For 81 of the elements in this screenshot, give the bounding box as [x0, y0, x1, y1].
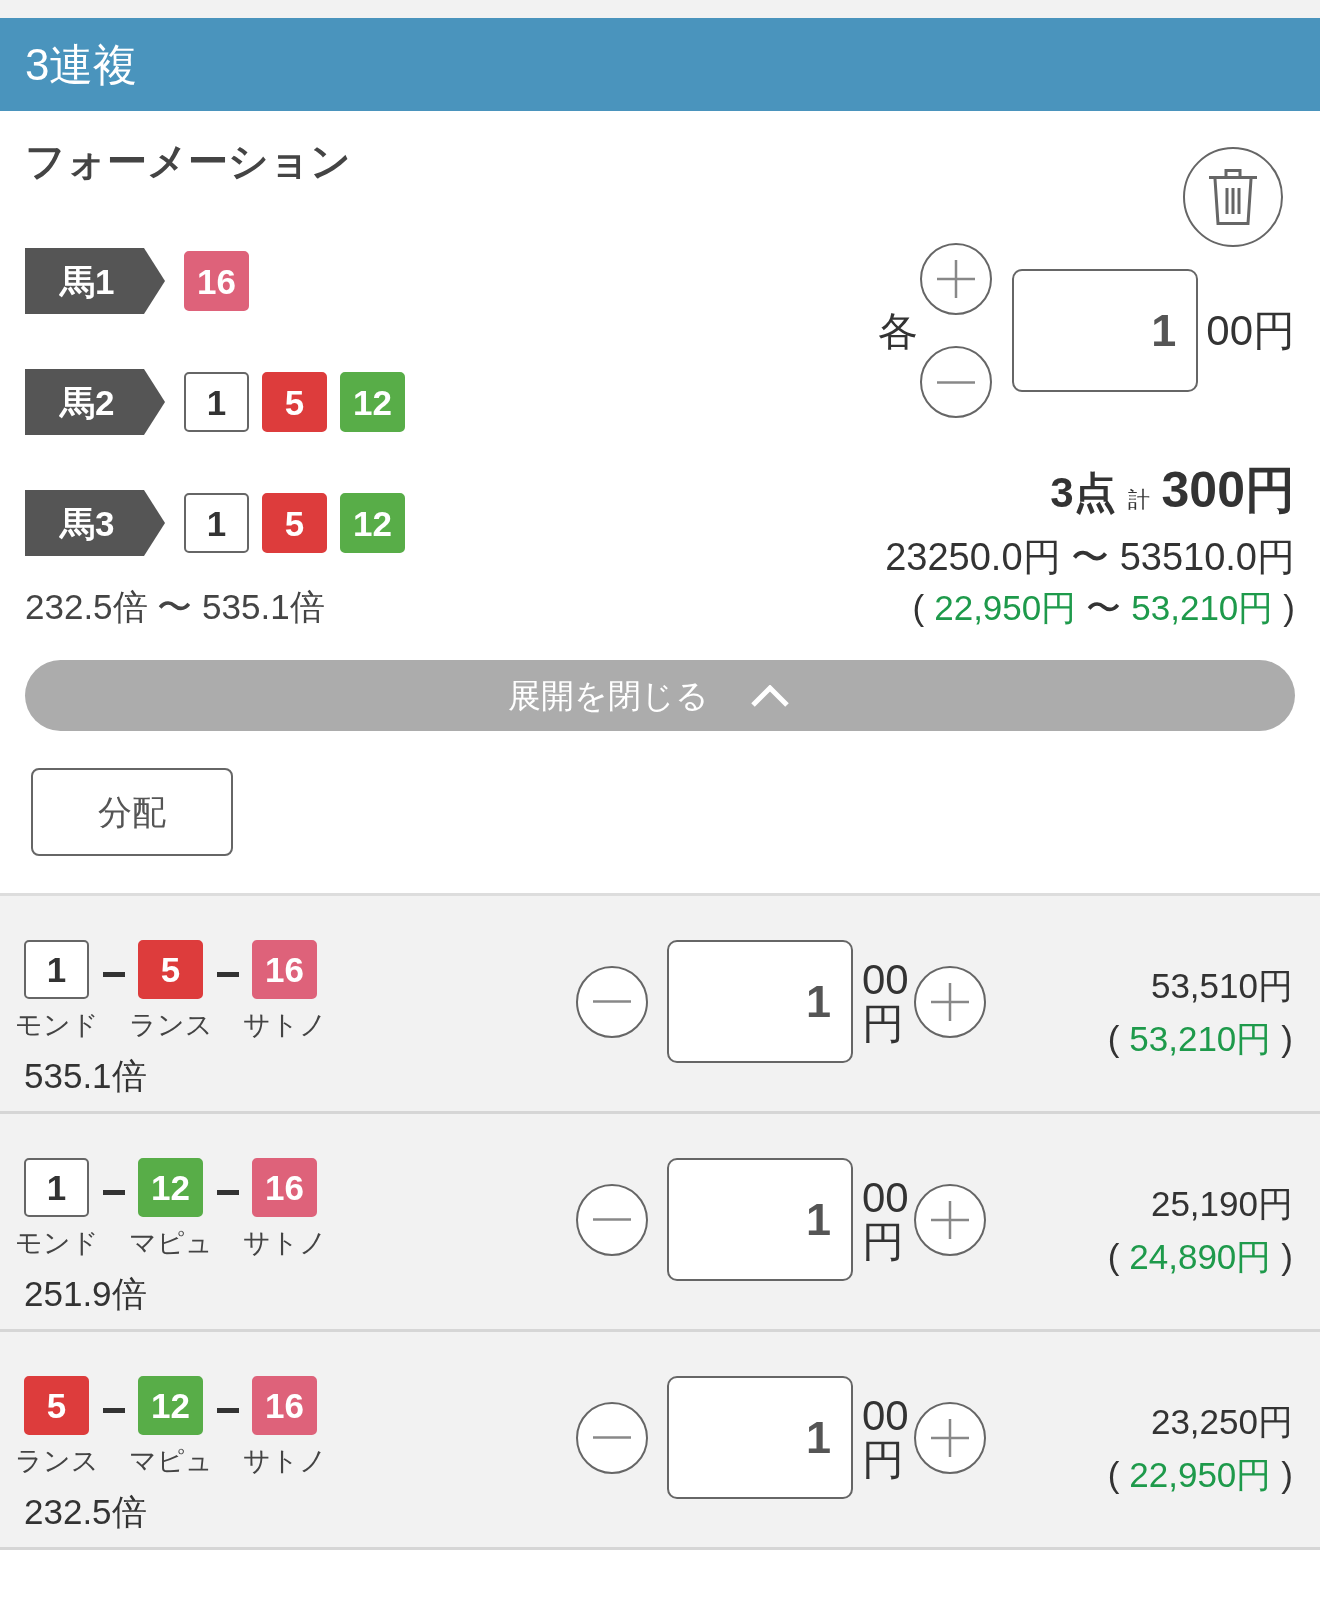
horse-number-chip: 12	[340, 493, 405, 553]
chevron-up-icon	[750, 684, 789, 707]
bet-amount-field[interactable]: 1	[667, 940, 853, 1063]
horse-number-chip: 16	[252, 940, 317, 999]
horse-name: モンド	[14, 1009, 99, 1041]
horse-number-chip: 12	[340, 372, 405, 432]
dash-icon	[217, 1408, 239, 1413]
parenthesis: (	[1107, 1236, 1120, 1278]
total-amount: 300円	[1161, 461, 1295, 520]
horse-number-chip: 16	[252, 1158, 317, 1217]
bet-amount-field[interactable]: 1	[1012, 269, 1199, 392]
horse-number-chip: 1	[184, 372, 249, 432]
profit-low: 22,950円	[934, 587, 1077, 629]
parenthesis: )	[1281, 1018, 1293, 1060]
position-tag: 馬3	[25, 490, 165, 556]
total-label: 計	[1127, 486, 1150, 514]
profit-amount: 53,210円	[1129, 1018, 1272, 1060]
minus-icon	[593, 1000, 631, 1003]
plus-icon	[931, 1200, 969, 1239]
bet-amount-field[interactable]: 1	[667, 1158, 853, 1281]
payout-amount: 53,510円	[1150, 965, 1293, 1007]
horse-number-chip: 1	[24, 940, 89, 999]
bet-amount-field[interactable]: 1	[667, 1376, 853, 1499]
payout-range: 23250.0円 〜 53510.0円	[885, 535, 1295, 579]
horse-name: ランス	[128, 1009, 213, 1041]
horse-number-chip: 16	[252, 1376, 317, 1435]
odds-text: 251.9倍	[24, 1273, 147, 1315]
unit-label: 00円	[1206, 309, 1295, 352]
parenthesis: (	[1107, 1018, 1120, 1060]
profit-amount: 24,890円	[1129, 1236, 1272, 1278]
parenthesis: (	[912, 587, 925, 629]
odds-text: 535.1倍	[24, 1055, 147, 1097]
horse-number-chip: 5	[138, 940, 203, 999]
section-title: 3連複	[25, 42, 138, 87]
minus-icon	[937, 380, 976, 384]
each-label: 各	[878, 310, 919, 351]
plus-icon	[937, 260, 976, 298]
horse-name: サトノ	[242, 1445, 327, 1477]
trash-icon	[1209, 169, 1257, 225]
dash-icon	[217, 1190, 239, 1195]
odds-text: 232.5倍	[24, 1491, 147, 1533]
dash-icon	[103, 972, 125, 977]
parenthesis: )	[1281, 1236, 1293, 1278]
position-tag: 馬2	[25, 369, 165, 435]
plus-icon	[931, 982, 969, 1021]
horse-name: マピュ	[128, 1227, 213, 1259]
horse-name: サトノ	[242, 1009, 327, 1041]
parenthesis: (	[1107, 1454, 1120, 1496]
payout-amount: 23,250円	[1150, 1401, 1293, 1443]
points-count: 3点	[1050, 468, 1116, 518]
dash-icon	[103, 1408, 125, 1413]
formation-title: フォーメーション	[25, 139, 351, 183]
horse-number-chip: 12	[138, 1376, 203, 1435]
minus-icon	[593, 1218, 631, 1221]
horse-name: ランス	[14, 1445, 99, 1477]
odds-range: 232.5倍 〜 535.1倍	[25, 586, 325, 628]
horse-number-chip: 5	[24, 1376, 89, 1435]
horse-number-chip: 16	[184, 251, 249, 311]
horse-name: マピュ	[128, 1445, 213, 1477]
payout-amount: 25,190円	[1150, 1183, 1293, 1225]
unit-label: 00円	[862, 1175, 910, 1264]
horse-name: サトノ	[242, 1227, 327, 1259]
profit-high: 53,210円	[1131, 587, 1274, 629]
horse-number-chip: 12	[138, 1158, 203, 1217]
parenthesis: )	[1283, 587, 1295, 629]
unit-label: 00円	[862, 1393, 910, 1482]
range-separator: 〜	[1086, 587, 1122, 629]
plus-icon	[931, 1418, 969, 1457]
unit-label: 00円	[862, 957, 910, 1046]
minus-icon	[593, 1436, 631, 1439]
horse-number-chip: 1	[184, 493, 249, 553]
horse-number-chip: 1	[24, 1158, 89, 1217]
position-tag: 馬1	[25, 248, 165, 314]
horse-number-chip: 5	[262, 372, 327, 432]
horse-number-chip: 5	[262, 493, 327, 553]
distribute-button[interactable]: 分配	[31, 768, 233, 856]
horse-name: モンド	[14, 1227, 99, 1259]
parenthesis: )	[1281, 1454, 1293, 1496]
dash-icon	[103, 1190, 125, 1195]
profit-amount: 22,950円	[1129, 1454, 1272, 1496]
dash-icon	[217, 972, 239, 977]
